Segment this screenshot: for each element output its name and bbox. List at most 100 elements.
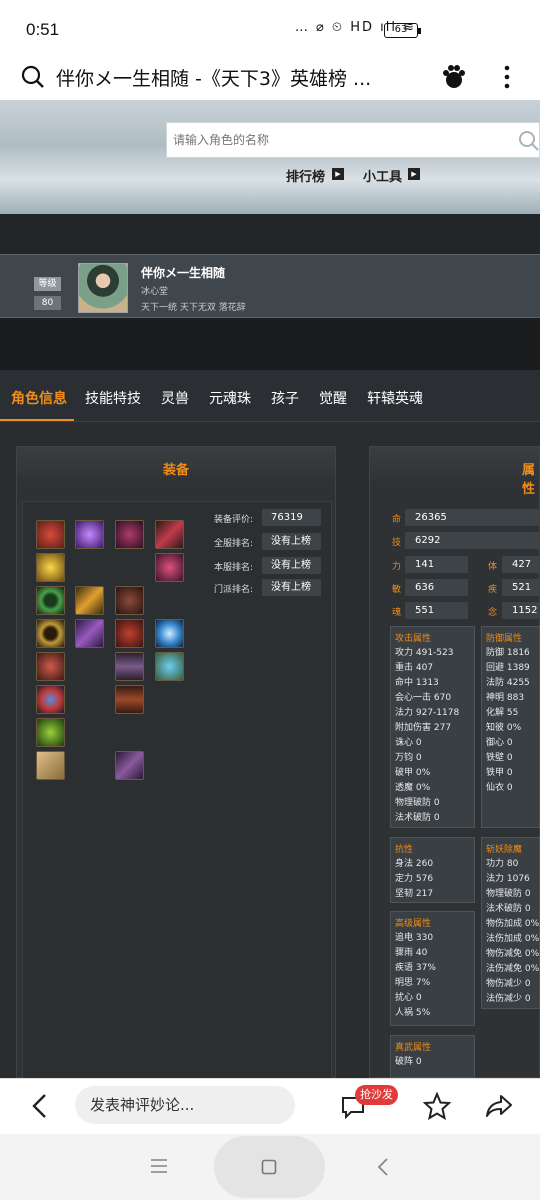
sofa-badge[interactable]: 抢沙发 — [355, 1085, 398, 1105]
stat-line: 法伤减少 0 — [486, 994, 531, 1004]
stat-line: 重击 407 — [395, 663, 434, 673]
character-guild: 冰心堂 — [141, 287, 169, 297]
system-back-icon[interactable] — [376, 1157, 390, 1177]
tab-pets[interactable]: 灵兽 — [161, 388, 189, 408]
character-titles: 天下一统 天下无双 落花辞 — [141, 303, 246, 313]
play-arrow-icon: ▶ — [332, 168, 344, 180]
tab-character-info[interactable]: 角色信息 — [11, 388, 67, 408]
stat-line: 化解 55 — [486, 708, 519, 718]
tab-soul-beads[interactable]: 元魂珠 — [209, 388, 251, 408]
rating-value: 没有上榜 — [262, 533, 321, 550]
share-icon[interactable] — [484, 1092, 514, 1120]
equip-slot[interactable] — [115, 586, 144, 615]
attr-label: 力 — [392, 562, 402, 572]
rating-label: 全服排名: — [214, 539, 254, 549]
tab-awakening[interactable]: 觉醒 — [319, 388, 347, 408]
stat-line: 命中 1313 — [395, 678, 439, 688]
stat-line: 会心一击 670 — [395, 693, 452, 703]
equip-slot[interactable] — [36, 520, 65, 549]
character-search-input[interactable] — [167, 123, 497, 157]
equip-slot[interactable] — [75, 619, 104, 648]
equip-slot[interactable] — [115, 751, 144, 780]
rating-value: 没有上榜 — [262, 557, 321, 574]
section-divider-band — [0, 318, 540, 370]
search-icon[interactable] — [20, 64, 46, 90]
recent-apps-icon[interactable] — [150, 1158, 168, 1174]
equip-slot[interactable] — [155, 619, 184, 648]
stat-line: 破甲 0% — [395, 768, 431, 778]
stat-line: 物理破防 0 — [486, 889, 531, 899]
equip-slot[interactable] — [36, 718, 65, 747]
tab-skills[interactable]: 技能特技 — [85, 388, 141, 408]
attr-value: 521 — [502, 579, 540, 596]
attr-value: 26365 — [405, 509, 540, 526]
attr-label: 体 — [488, 562, 498, 572]
tab-bar — [0, 370, 540, 422]
stat-line: 神明 883 — [486, 693, 525, 703]
equip-slot[interactable] — [115, 619, 144, 648]
equip-slot[interactable] — [36, 652, 65, 681]
search-icon[interactable] — [517, 129, 540, 153]
stat-line: 防御 1816 — [486, 648, 530, 658]
attr-label: 命 — [392, 515, 402, 525]
attr-value: 636 — [405, 579, 468, 596]
equip-slot[interactable] — [36, 751, 65, 780]
equip-slot[interactable] — [75, 520, 104, 549]
equip-slot[interactable] — [115, 685, 144, 714]
attr-value: 1152 — [502, 602, 540, 619]
equip-slot[interactable] — [115, 652, 144, 681]
character-avatar — [78, 263, 128, 313]
attribute-panel-header — [370, 447, 539, 487]
equip-slot[interactable] — [155, 520, 184, 549]
page-title[interactable]: 伴你メ一生相随 -《天下3》英雄榜 ... — [56, 64, 426, 91]
stat-line: 物伤减少 0 — [486, 979, 531, 989]
home-square-icon — [261, 1159, 277, 1175]
stat-line: 仙衣 0 — [486, 783, 513, 793]
baidu-paw-icon[interactable] — [440, 63, 468, 91]
more-menu-icon[interactable] — [500, 63, 514, 91]
stat-line: 攻力 491-523 — [395, 648, 454, 658]
equip-slot[interactable] — [36, 619, 65, 648]
equip-slot[interactable] — [75, 586, 104, 615]
equip-slot[interactable] — [155, 652, 184, 681]
comment-input[interactable]: 发表神评妙论... — [75, 1086, 295, 1124]
stat-line: 回避 1389 — [486, 663, 530, 673]
attr-label: 敏 — [392, 585, 402, 595]
header-divider-band — [0, 214, 540, 254]
play-arrow-icon: ▶ — [408, 168, 420, 180]
demon-stats-box: 斩妖除魔 功力 80 法力 1076 物理破防 0 法术破防 0 物伤加成 0%… — [481, 837, 540, 1009]
nav-tools-link[interactable]: 小工具 — [363, 166, 402, 185]
equip-slot[interactable] — [36, 685, 65, 714]
tab-children[interactable]: 孩子 — [271, 388, 299, 408]
battery-tip — [418, 28, 421, 34]
nav-ranking-link[interactable]: 排行榜 — [286, 166, 325, 185]
equipment-panel-title: 装备 — [163, 463, 190, 478]
stat-line: 御心 0 — [486, 738, 513, 748]
back-arrow-icon[interactable] — [28, 1092, 52, 1120]
attr-label: 技 — [392, 538, 402, 548]
equip-slot[interactable] — [36, 553, 65, 582]
stat-line: 坚韧 217 — [395, 889, 434, 899]
equip-slot[interactable] — [36, 586, 65, 615]
attr-value: 141 — [405, 556, 468, 573]
zhenwu-stats-title: 真武属性 — [395, 1043, 432, 1053]
active-tab-indicator — [0, 419, 74, 421]
stat-line: 明思 7% — [395, 978, 431, 988]
equip-slot[interactable] — [155, 553, 184, 582]
attr-value: 427 — [502, 556, 540, 573]
stat-line: 骤雨 40 — [395, 948, 428, 958]
equip-slot[interactable] — [115, 520, 144, 549]
rating-label: 门派排名: — [214, 585, 254, 595]
stat-line: 疾语 37% — [395, 963, 436, 973]
rating-label: 装备评价: — [214, 515, 254, 525]
resistance-stats-title: 抗性 — [395, 845, 414, 855]
attribute-panel-title: 属性 — [522, 463, 536, 497]
stat-line: 万钧 0 — [395, 753, 422, 763]
star-icon[interactable] — [423, 1092, 451, 1120]
tab-xuanyuan-soul[interactable]: 轩辕英魂 — [367, 388, 423, 408]
defense-stats-title: 防御属性 — [486, 634, 523, 644]
stat-line: 物理破防 0 — [395, 798, 440, 808]
stat-line: 法防 4255 — [486, 678, 530, 688]
attack-stats-title: 攻击属性 — [395, 634, 432, 644]
character-name: 伴你メ一生相随 — [141, 266, 226, 280]
